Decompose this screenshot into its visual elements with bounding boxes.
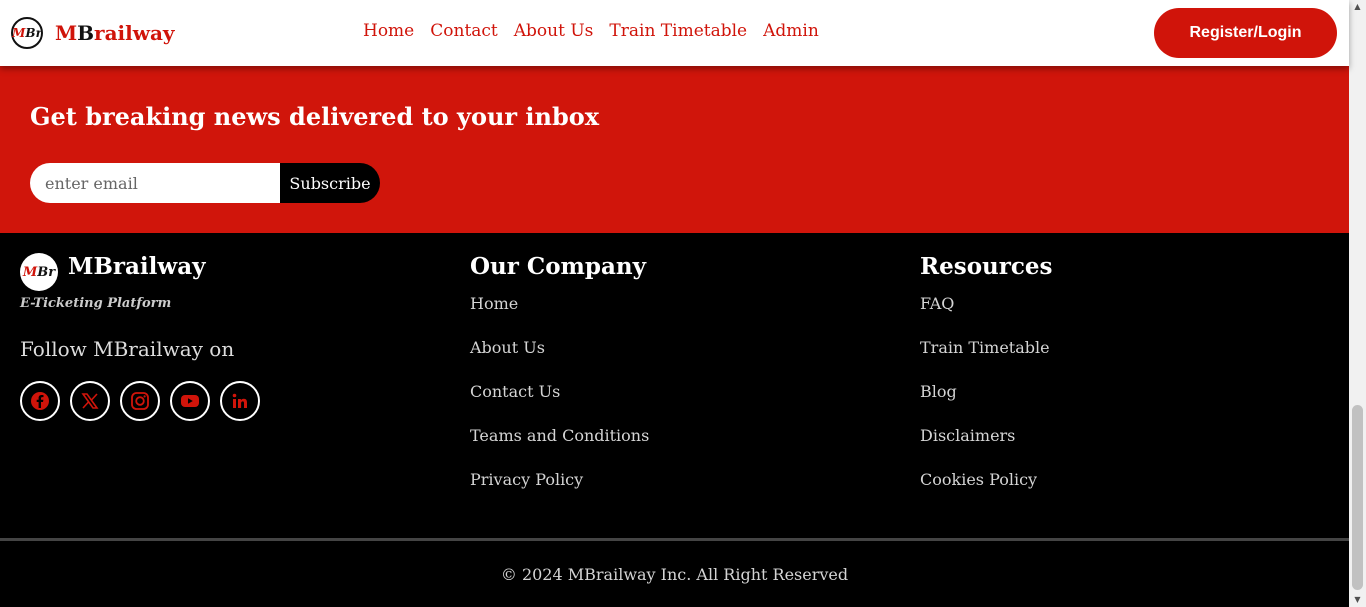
logo-icon: M Br — [11, 17, 43, 49]
copyright-text: © 2024 MBrailway Inc. All Right Reserved — [500, 565, 849, 584]
x-icon[interactable] — [70, 381, 110, 421]
footer-link-cookies-policy[interactable]: Cookies Policy — [920, 470, 1052, 514]
page-scrollbar[interactable]: ▲ ▼ — [1349, 0, 1366, 607]
footer-link-contact-us[interactable]: Contact Us — [470, 382, 649, 426]
site-header: M Br MBrailway Home Contact About Us Trai… — [0, 0, 1349, 66]
footer-link-privacy-policy[interactable]: Privacy Policy — [470, 470, 649, 514]
youtube-icon[interactable] — [170, 381, 210, 421]
footer-link-terms[interactable]: Teams and Conditions — [470, 426, 649, 470]
site-footer: M Br MBrailway E-Ticketing Platform Follo… — [0, 233, 1349, 607]
newsletter-title: Get breaking news delivered to your inbo… — [30, 102, 600, 131]
footer-link-train-timetable[interactable]: Train Timetable — [920, 338, 1052, 382]
scroll-thumb[interactable] — [1352, 405, 1363, 590]
footer-link-faq[interactable]: FAQ — [920, 294, 1052, 338]
social-links — [20, 381, 260, 421]
resources-title: Resources — [920, 253, 1053, 280]
resources-column: Resources FAQ Train Timetable Blog Discl… — [920, 253, 1052, 514]
header-logo-link[interactable]: M Br MBrailway — [11, 17, 175, 49]
scroll-up-arrow-icon[interactable]: ▲ — [1349, 0, 1366, 14]
footer-tagline: E-Ticketing Platform — [20, 296, 172, 311]
footer-brand: MBrailway — [68, 253, 206, 280]
linkedin-icon[interactable] — [220, 381, 260, 421]
page: M Br MBrailway Home Contact About Us Trai… — [0, 0, 1349, 607]
nav-admin[interactable]: Admin — [763, 21, 819, 41]
facebook-icon[interactable] — [20, 381, 60, 421]
footer-link-about-us[interactable]: About Us — [470, 338, 649, 382]
footer-link-blog[interactable]: Blog — [920, 382, 1052, 426]
brand-name: MBrailway — [55, 21, 175, 45]
scroll-down-arrow-icon[interactable]: ▼ — [1349, 593, 1366, 607]
nav-train-timetable[interactable]: Train Timetable — [609, 21, 747, 41]
footer-link-home[interactable]: Home — [470, 294, 649, 338]
subscribe-button[interactable]: Subscribe — [280, 163, 380, 203]
footer-divider — [0, 538, 1349, 541]
nav-contact[interactable]: Contact — [430, 21, 498, 41]
register-login-button[interactable]: Register/Login — [1154, 8, 1337, 58]
footer-logo-icon: M Br — [20, 253, 58, 291]
company-column: Our Company Home About Us Contact Us Tea… — [470, 253, 649, 514]
main-nav: Home Contact About Us Train Timetable Ad… — [363, 21, 819, 41]
newsletter-section: Get breaking news delivered to your inbo… — [0, 66, 1349, 233]
nav-home[interactable]: Home — [363, 21, 414, 41]
nav-about-us[interactable]: About Us — [514, 21, 594, 41]
footer-link-disclaimers[interactable]: Disclaimers — [920, 426, 1052, 470]
email-input[interactable] — [30, 163, 282, 203]
follow-text: Follow MBrailway on — [20, 337, 235, 361]
instagram-icon[interactable] — [120, 381, 160, 421]
company-title: Our Company — [470, 253, 646, 280]
